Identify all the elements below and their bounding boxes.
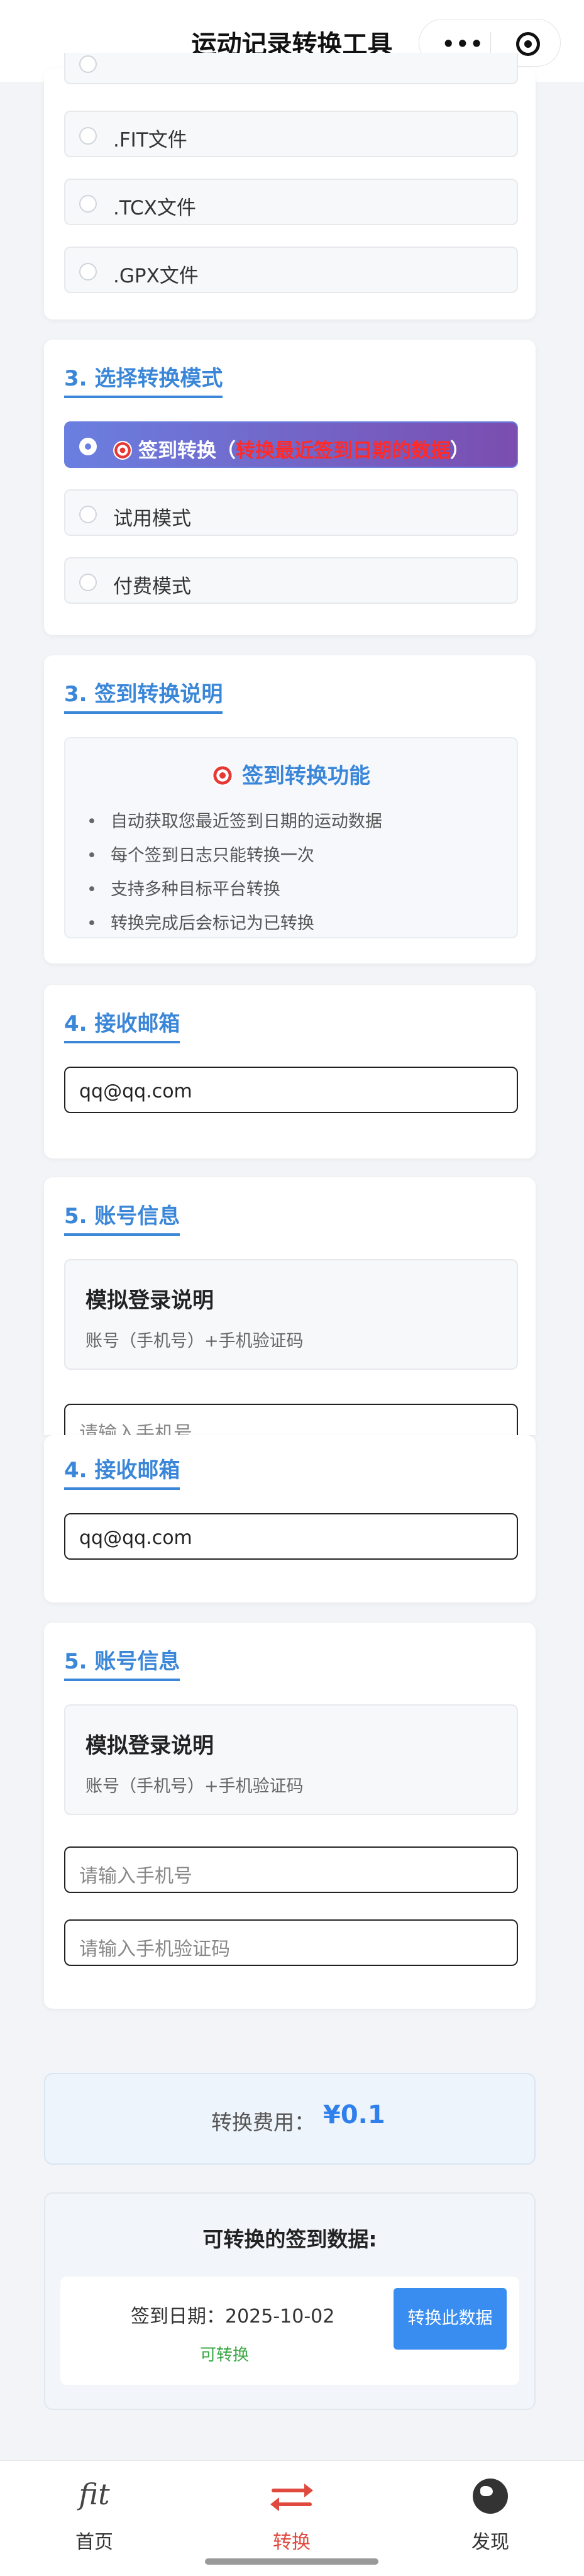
info-bullet: 自动获取您最近签到日期的运动数据 bbox=[87, 808, 382, 832]
section-title: 5. 账号信息 bbox=[64, 1199, 180, 1236]
mode-option-label: 试用模式 bbox=[113, 508, 191, 530]
capsule-divider bbox=[490, 32, 491, 55]
fee-label: 转换费用： bbox=[211, 2110, 315, 2135]
phone-field[interactable]: 请输入手机号 bbox=[64, 1404, 518, 1435]
account-card: 5. 账号信息 模拟登录说明 账号（手机号）+手机验证码 请输入手机号 bbox=[44, 1177, 536, 1435]
format-option-gpx[interactable]: .GPX文件 bbox=[64, 247, 518, 293]
convert-data-button[interactable]: 转换此数据 bbox=[394, 2288, 507, 2350]
radio-icon bbox=[79, 574, 97, 591]
section-title: 4. 接收邮箱 bbox=[64, 1453, 180, 1490]
mode-option-trial[interactable]: 试用模式 bbox=[64, 489, 518, 536]
format-option-tcx[interactable]: .TCX文件 bbox=[64, 179, 518, 225]
sign-date: 签到日期：2025-10-02 bbox=[131, 2306, 335, 2328]
mode-card: 3. 选择转换模式 签到转换（转换最近签到日期的数据） 试用模式 付费模式 bbox=[44, 340, 536, 635]
radio-icon bbox=[79, 127, 97, 145]
email-card-repeat: 4. 接收邮箱 qq@qq.com bbox=[44, 1435, 536, 1602]
tab-home[interactable]: fit 首页 bbox=[38, 2470, 151, 2558]
mode-option-paid[interactable]: 付费模式 bbox=[64, 557, 518, 604]
account-card-repeat: 5. 账号信息 模拟登录说明 账号（手机号）+手机验证码 请输入手机号 请输入手… bbox=[44, 1623, 536, 2009]
format-option-fit[interactable]: .FIT文件 bbox=[64, 111, 518, 157]
tab-label: 首页 bbox=[75, 2531, 113, 2553]
list-item: 签到日期：2025-10-02 可转换 转换此数据 bbox=[60, 2277, 519, 2385]
email-field[interactable]: qq@qq.com bbox=[64, 1067, 518, 1113]
sign-info-card: 3. 签到转换说明 签到转换功能 自动获取您最近签到日期的运动数据 每个签到日志… bbox=[44, 655, 536, 963]
radio-checked-icon bbox=[79, 438, 97, 455]
mode-option-label: 签到转换（转换最近签到日期的数据） bbox=[113, 435, 470, 463]
section-title: 3. 选择转换模式 bbox=[64, 361, 223, 398]
format-option-partial[interactable] bbox=[64, 53, 518, 84]
info-bullet: 支持多种目标平台转换 bbox=[87, 875, 280, 900]
login-info-title: 模拟登录说明 bbox=[85, 1733, 214, 1758]
sign-data-card: 可转换的签到数据: 签到日期：2025-10-02 可转换 转换此数据 bbox=[44, 2192, 536, 2410]
code-field[interactable]: 请输入手机验证码 bbox=[64, 1919, 518, 1966]
code-placeholder: 请输入手机验证码 bbox=[79, 1938, 230, 1960]
format-option-label: .FIT文件 bbox=[113, 129, 187, 152]
tab-discover[interactable]: 发现 bbox=[434, 2470, 547, 2558]
mode-option-label: 付费模式 bbox=[113, 575, 191, 598]
radio-icon bbox=[79, 55, 97, 73]
radio-icon bbox=[79, 506, 97, 523]
login-info-box: 模拟登录说明 账号（手机号）+手机验证码 bbox=[64, 1259, 518, 1370]
login-info-box: 模拟登录说明 账号（手机号）+手机验证码 bbox=[64, 1704, 518, 1815]
dart-target-icon bbox=[212, 765, 233, 786]
section-title: 5. 账号信息 bbox=[64, 1644, 180, 1681]
login-info-desc: 账号（手机号）+手机验证码 bbox=[85, 1331, 304, 1351]
status-badge: 可转换 bbox=[200, 2346, 250, 2365]
globe-icon bbox=[473, 2479, 508, 2514]
radio-icon bbox=[79, 263, 97, 280]
format-card: .FIT文件 .TCX文件 .GPX文件 bbox=[44, 53, 536, 319]
email-value: qq@qq.com bbox=[79, 1080, 192, 1102]
login-info-desc: 账号（手机号）+手机验证码 bbox=[85, 1777, 304, 1796]
format-option-label: .GPX文件 bbox=[113, 265, 199, 287]
phone-field[interactable]: 请输入手机号 bbox=[64, 1846, 518, 1893]
home-indicator bbox=[205, 2558, 378, 2565]
sign-info-box: 签到转换功能 自动获取您最近签到日期的运动数据 每个签到日志只能转换一次 支持多… bbox=[64, 737, 518, 938]
email-value: qq@qq.com bbox=[79, 1527, 192, 1549]
info-bullet: 转换完成后会标记为已转换 bbox=[87, 909, 314, 934]
tab-convert[interactable]: 转换 bbox=[235, 2470, 348, 2558]
login-info-title: 模拟登录说明 bbox=[85, 1288, 214, 1313]
phone-placeholder: 请输入手机号 bbox=[79, 1423, 192, 1435]
mode-option-sign[interactable]: 签到转换（转换最近签到日期的数据） bbox=[64, 421, 518, 468]
email-field[interactable]: qq@qq.com bbox=[64, 1513, 518, 1560]
info-box-title: 签到转换功能 bbox=[65, 758, 517, 789]
tab-label: 转换 bbox=[273, 2531, 311, 2553]
close-target-icon[interactable] bbox=[516, 32, 540, 56]
sign-data-title: 可转换的签到数据: bbox=[202, 2227, 377, 2251]
format-option-label: .TCX文件 bbox=[113, 197, 196, 219]
email-card: 4. 接收邮箱 qq@qq.com bbox=[44, 985, 536, 1158]
fee-box: 转换费用： ¥0.1 bbox=[44, 2073, 536, 2165]
highlight-text: 转换最近签到日期的数据 bbox=[236, 440, 450, 462]
tab-label: 发现 bbox=[471, 2531, 509, 2553]
radio-icon bbox=[79, 195, 97, 213]
section-title: 4. 接收邮箱 bbox=[64, 1006, 180, 1043]
fit-logo-icon: fit bbox=[79, 2477, 110, 2511]
info-bullet: 每个签到日志只能转换一次 bbox=[87, 841, 314, 866]
swap-arrows-icon bbox=[270, 2484, 313, 2512]
fee-value: ¥0.1 bbox=[323, 2101, 385, 2129]
section-title: 3. 签到转换说明 bbox=[64, 677, 223, 714]
phone-placeholder: 请输入手机号 bbox=[79, 1865, 192, 1887]
dart-target-icon bbox=[113, 441, 132, 460]
